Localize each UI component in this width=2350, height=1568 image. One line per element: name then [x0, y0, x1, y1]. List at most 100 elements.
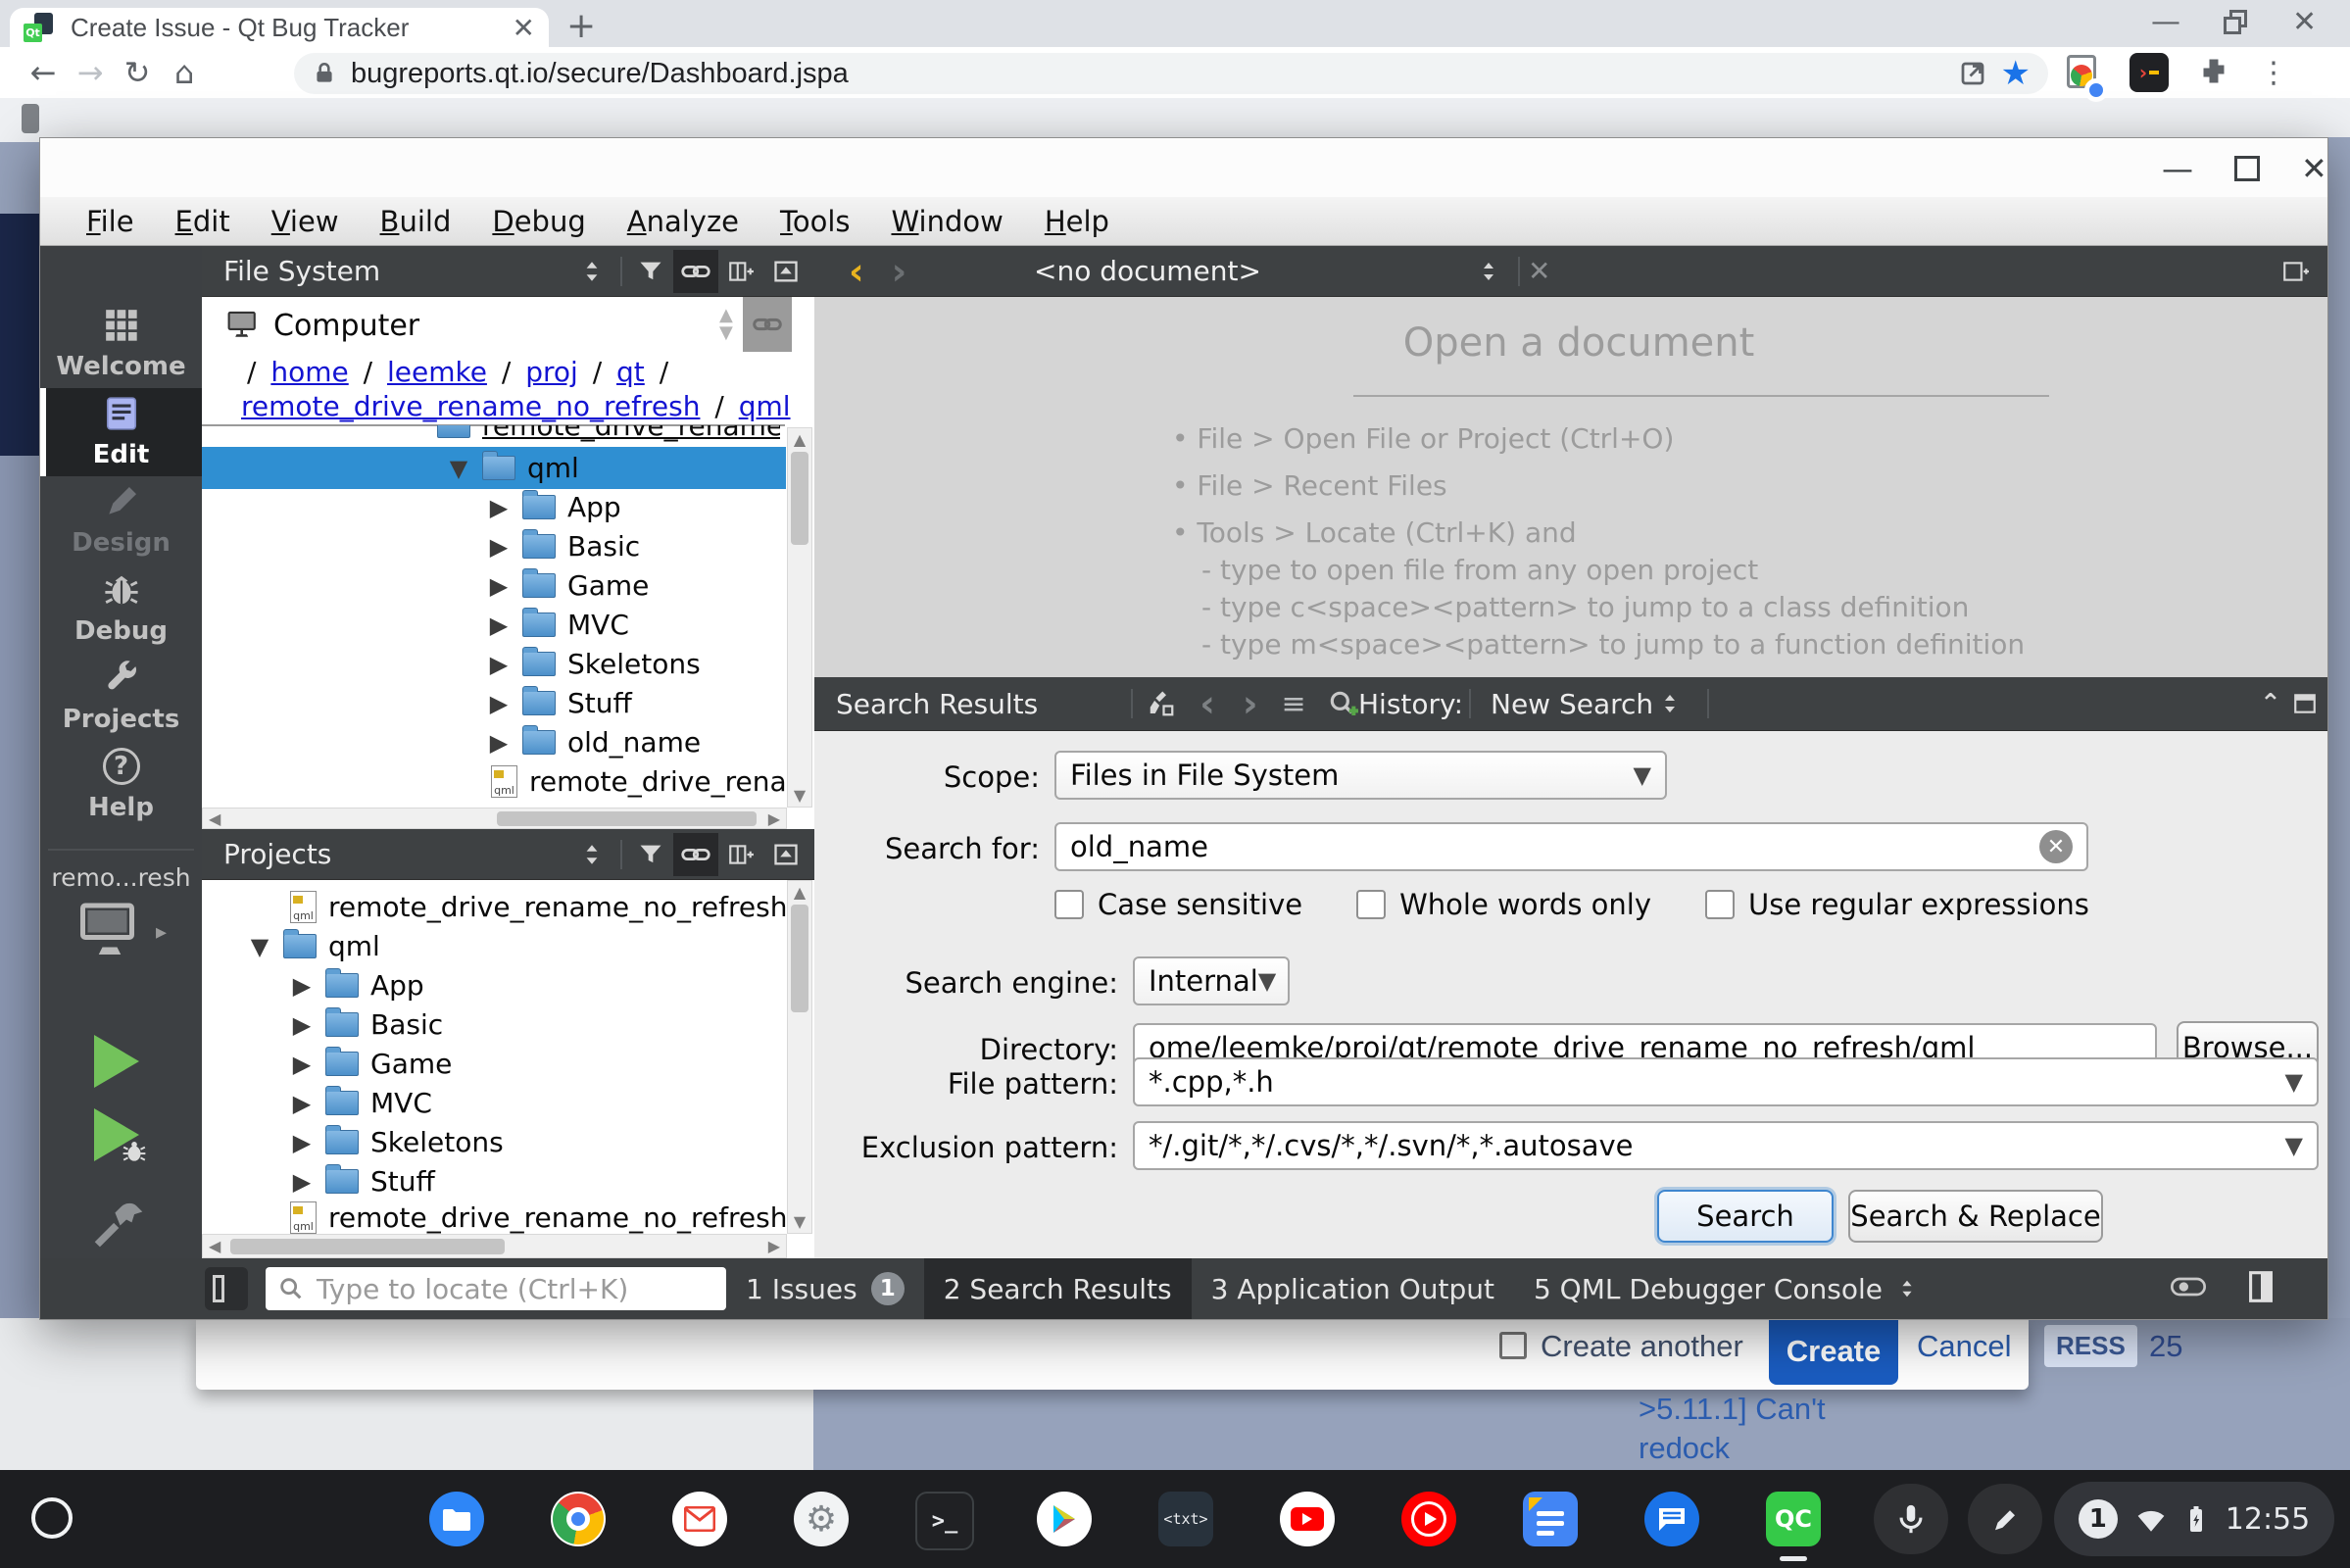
proj-row-app[interactable]: ▶App — [290, 969, 424, 1002]
messages-icon[interactable] — [1644, 1492, 1699, 1546]
text-app-icon[interactable]: <txt> — [1158, 1492, 1213, 1546]
output-tab-qml-console[interactable]: 5 QML Debugger Console — [1514, 1258, 1937, 1319]
tab-close-icon[interactable]: ✕ — [513, 12, 535, 44]
regex-checkbox[interactable] — [1705, 890, 1735, 919]
clear-icon[interactable]: ✕ — [2039, 830, 2073, 863]
clear-results-icon[interactable] — [1139, 682, 1184, 725]
play-store-icon[interactable] — [1037, 1492, 1092, 1546]
menu-debug[interactable]: Debug — [471, 205, 606, 238]
create-button[interactable]: Create — [1769, 1318, 1898, 1385]
output-tab-search-results[interactable]: 2 Search Results — [924, 1258, 1192, 1319]
terminal-extension-icon[interactable]: › — [2130, 53, 2169, 92]
files-icon[interactable] — [429, 1492, 484, 1546]
fs-row-qml-selected[interactable]: ▼ qml — [202, 447, 786, 489]
whole-words-checkbox[interactable] — [1356, 890, 1386, 919]
fs-row-qml-file[interactable]: qmlremote_drive_renam — [491, 765, 813, 798]
next-result-icon[interactable]: › — [1243, 682, 1258, 725]
build-button[interactable] — [87, 1189, 148, 1253]
fs-vertical-scrollbar[interactable]: ▲ ▼ — [787, 427, 812, 808]
proj-close-panel-icon[interactable] — [763, 833, 808, 876]
issue-link-line1[interactable]: >5.11.1] Can't — [1639, 1392, 1826, 1427]
case-sensitive-option[interactable]: Case sensitive — [1054, 888, 1302, 921]
collapse-panel-icon[interactable]: ⌃ — [2260, 689, 2281, 718]
menu-build[interactable]: Build — [360, 205, 472, 238]
fs-clipped-row[interactable]: remote_drive_rename_ — [437, 425, 780, 447]
fs-row-skeletons[interactable]: ▶Skeletons — [487, 648, 701, 680]
browser-restore-icon[interactable] — [2224, 10, 2249, 35]
fs-filter-icon[interactable] — [628, 250, 673, 293]
mode-design[interactable]: Design — [40, 476, 202, 564]
youtube-music-icon[interactable] — [1401, 1492, 1456, 1546]
debug-run-button[interactable] — [94, 1108, 139, 1161]
mode-edit[interactable]: Edit — [40, 388, 202, 476]
address-bar[interactable]: bugreports.qt.io/secure/Dashboard.jspa ★ — [294, 53, 2048, 94]
scroll-right-icon[interactable]: ▶ — [768, 1235, 780, 1257]
fs-root-row[interactable]: Computer — [202, 301, 809, 350]
qt-maximize-icon[interactable] — [2234, 156, 2260, 181]
browser-menu-icon[interactable]: ⋮ — [2259, 56, 2288, 90]
breadcrumb-leemke[interactable]: leemke — [387, 356, 487, 388]
home-icon[interactable]: ⌂ — [161, 54, 208, 91]
proj-split-icon[interactable] — [718, 833, 763, 876]
cancel-link[interactable]: Cancel — [1917, 1329, 2012, 1364]
stylus-button[interactable] — [1968, 1484, 2042, 1554]
fs-row-basic[interactable]: ▶Basic — [487, 530, 640, 563]
fs-row-mvc[interactable]: ▶MVC — [487, 609, 629, 641]
browser-close-icon[interactable]: ✕ — [2292, 8, 2317, 37]
create-another-checkbox[interactable] — [1499, 1332, 1527, 1359]
menu-tools[interactable]: Tools — [759, 205, 870, 238]
back-icon[interactable]: ← — [20, 54, 67, 91]
file-pattern-combo[interactable]: *.cpp,*.h▼ — [1133, 1057, 2319, 1106]
bookmark-star-icon[interactable]: ★ — [2001, 54, 2031, 93]
history-dropdown-icon[interactable] — [1647, 682, 1692, 725]
extensions-puzzle-icon[interactable] — [2196, 55, 2231, 90]
editor-back-icon[interactable]: ‹ — [849, 250, 864, 293]
scroll-left-icon[interactable]: ◀ — [209, 1235, 220, 1257]
mode-debug[interactable]: Debug — [40, 564, 202, 653]
case-sensitive-checkbox[interactable] — [1054, 890, 1084, 919]
scope-combo[interactable]: Files in File System▼ — [1054, 751, 1667, 800]
scroll-down-icon[interactable]: ▼ — [788, 1212, 811, 1231]
google-news-icon[interactable] — [1523, 1492, 1578, 1546]
fs-sync-icon[interactable] — [673, 250, 718, 293]
scroll-left-icon[interactable]: ◀ — [209, 808, 220, 828]
forward-icon[interactable]: → — [67, 54, 114, 91]
menu-help[interactable]: Help — [1024, 205, 1130, 238]
scroll-down-icon[interactable]: ▼ — [788, 786, 811, 805]
scroll-up-icon[interactable]: ▲ — [788, 430, 811, 449]
fs-horizontal-scrollbar[interactable]: ◀ ▶ — [202, 808, 787, 829]
launcher-icon[interactable] — [31, 1497, 73, 1539]
locator-input[interactable]: Type to locate (Ctrl+K) — [266, 1267, 726, 1310]
fs-close-panel-icon[interactable] — [763, 250, 808, 293]
mode-projects[interactable]: Projects — [40, 653, 202, 741]
fs-row-stuff[interactable]: ▶Stuff — [487, 687, 632, 719]
editor-forward-icon[interactable]: › — [892, 250, 907, 293]
document-selector[interactable]: <no document> — [912, 255, 1383, 287]
search-for-input[interactable]: old_name✕ — [1054, 822, 2088, 871]
proj-row-skeletons[interactable]: ▶Skeletons — [290, 1126, 504, 1158]
proj-sync-icon[interactable] — [673, 833, 718, 876]
mode-help[interactable]: ? Help — [40, 741, 202, 829]
breadcrumb-qt[interactable]: qt — [616, 356, 645, 388]
proj-vertical-scrollbar[interactable]: ▲ ▼ — [787, 880, 812, 1234]
engine-combo[interactable]: Internal▼ — [1133, 956, 1290, 1005]
qt-minimize-icon[interactable]: — — [2162, 150, 2193, 187]
new-tab-button[interactable]: + — [566, 6, 596, 46]
chrome-icon[interactable] — [551, 1492, 606, 1546]
youtube-icon[interactable] — [1280, 1492, 1335, 1546]
breadcrumb-home[interactable]: home — [270, 356, 348, 388]
shelf-terminal-icon[interactable]: >_ — [915, 1492, 974, 1550]
split-editor-icon[interactable] — [2273, 250, 2318, 293]
menu-analyze[interactable]: Analyze — [607, 205, 759, 238]
mic-button[interactable] — [1874, 1484, 1948, 1554]
whole-words-option[interactable]: Whole words only — [1356, 888, 1651, 921]
popout-panel-icon[interactable] — [2282, 682, 2327, 725]
search-button[interactable]: Search — [1657, 1190, 1834, 1243]
proj-horizontal-scrollbar[interactable]: ◀ ▶ — [202, 1234, 787, 1258]
proj-row-bottom-file[interactable]: qmlremote_drive_rename_no_refresh.q — [290, 1201, 813, 1234]
settings-icon[interactable]: ⚙ — [794, 1492, 849, 1546]
issue-link-line2[interactable]: redock — [1639, 1431, 1730, 1466]
menu-edit[interactable]: Edit — [155, 205, 251, 238]
gmail-icon[interactable] — [672, 1492, 727, 1546]
output-tab-issues[interactable]: 1 Issues 1 — [726, 1258, 924, 1319]
